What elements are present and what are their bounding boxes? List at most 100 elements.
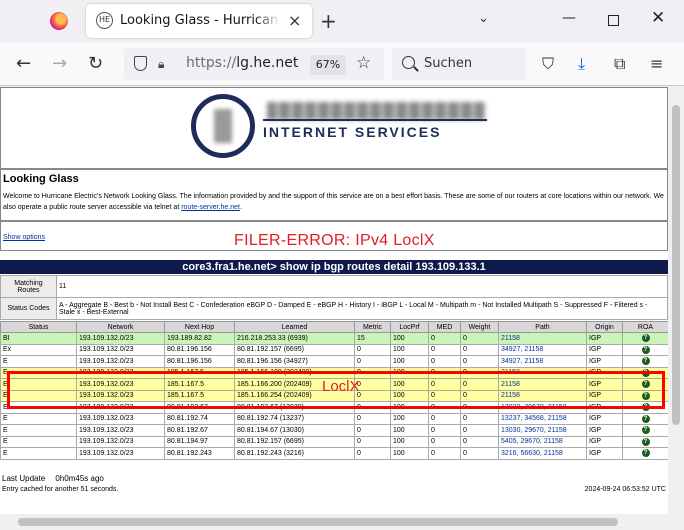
pocket-icon[interactable]: ⛉: [542, 54, 554, 74]
menu-icon[interactable]: ≡: [650, 54, 663, 73]
table-cell: 80.81.192.74: [164, 412, 235, 425]
table-cell: 80.81.192.157 (6695): [234, 343, 355, 356]
vertical-scrollbar[interactable]: [668, 87, 684, 514]
table-cell: 0: [460, 343, 499, 356]
roa-question-icon[interactable]: ?: [641, 334, 650, 343]
table-cell: 80.81.194.67 (13030): [234, 424, 355, 437]
column-header: MED: [428, 321, 461, 333]
route-meta: Matching Routes 11 Status Codes A - Aggr…: [0, 275, 668, 320]
table-cell: 216.218.253.33 (6939): [234, 332, 355, 345]
roa-question-icon[interactable]: ?: [641, 357, 650, 366]
table-cell: 34927, 21158: [498, 355, 587, 368]
as-path-link[interactable]: 34927, 21158: [501, 358, 543, 365]
as-path-link[interactable]: 3216, 56630, 21158: [501, 450, 563, 457]
url-bar[interactable]: 🔒︎ https://lg.he.net 67% ☆: [124, 48, 384, 80]
column-header: LocPrf: [390, 321, 429, 333]
status-codes-label: Status Codes: [0, 297, 57, 320]
new-tab-icon[interactable]: +: [320, 9, 337, 33]
as-path-link[interactable]: 34927, 21158: [501, 346, 543, 353]
vertical-scroll-thumb[interactable]: [672, 105, 680, 425]
as-path-link[interactable]: 13237, 34568, 21158: [501, 415, 567, 422]
table-cell: ?: [622, 435, 668, 448]
search-bar[interactable]: Suchen: [392, 48, 526, 80]
close-window-icon[interactable]: ✕: [651, 8, 665, 28]
roa-question-icon[interactable]: ?: [641, 426, 650, 435]
table-cell: ?: [622, 355, 668, 368]
table-cell: 80.81.192.157 (6695): [234, 435, 355, 448]
column-header: Status: [0, 321, 77, 333]
looking-glass-intro: Looking Glass Welcome to Hurricane Elect…: [0, 169, 668, 221]
url-text[interactable]: https://lg.he.net: [186, 55, 298, 71]
table-cell: E: [0, 435, 77, 448]
table-cell: 13237, 34568, 21158: [498, 412, 587, 425]
table-cell: 15: [354, 332, 391, 345]
table-cell: 0: [428, 343, 461, 356]
roa-question-icon[interactable]: ?: [641, 345, 650, 354]
table-cell: 0: [354, 343, 391, 356]
back-icon[interactable]: ←: [16, 53, 31, 74]
zoom-level[interactable]: 67%: [310, 55, 346, 75]
command-header: core3.fra1.he.net> show ip bgp routes de…: [0, 260, 668, 274]
horizontal-scroll-thumb[interactable]: [18, 518, 618, 526]
download-icon[interactable]: ⤓: [578, 54, 585, 74]
extensions-icon[interactable]: ⧉: [614, 54, 625, 74]
table-row: E 193.109.132.0/23 80.81.194.97 80.81.192.1…: [0, 435, 668, 448]
status-codes-value: A - Aggregate B - Best b - Not Install B…: [55, 297, 668, 320]
filer-error-annotation: FILER-ERROR: IPv4 LoclX: [234, 232, 435, 249]
forward-icon[interactable]: →: [52, 53, 67, 74]
table-cell: E: [0, 424, 77, 437]
table-row: E 193.109.132.0/23 80.81.192.67 80.81.194.6…: [0, 424, 668, 437]
table-cell: IGP: [586, 424, 623, 437]
table-cell: 0: [460, 447, 499, 460]
he-logo-icon[interactable]: [191, 94, 255, 158]
roa-question-icon[interactable]: ?: [641, 414, 650, 423]
firefox-icon[interactable]: [50, 12, 68, 30]
reload-icon[interactable]: ↻: [88, 53, 103, 74]
table-cell: 0: [354, 435, 391, 448]
maximize-icon[interactable]: [608, 15, 619, 26]
table-cell: IGP: [586, 412, 623, 425]
horizontal-scrollbar[interactable]: [0, 514, 684, 530]
table-cell: ?: [622, 343, 668, 356]
as-path-link[interactable]: 5405, 29670, 21158: [501, 438, 563, 445]
minimize-icon[interactable]: —: [562, 10, 576, 26]
nav-toolbar: ← → ↻ 🔒︎ https://lg.he.net 67% ☆ Suchen …: [0, 42, 684, 86]
table-cell: 0: [428, 412, 461, 425]
tab-active[interactable]: HE Looking Glass - Hurricane Electric ×: [86, 4, 312, 38]
lock-icon[interactable]: 🔒︎: [158, 57, 164, 72]
roa-question-icon[interactable]: ?: [641, 449, 650, 458]
last-update-value: 0h0m45s ago: [55, 474, 104, 483]
as-path-link[interactable]: 21158: [501, 335, 520, 342]
table-cell: E: [0, 355, 77, 368]
table-cell: 100: [390, 412, 429, 425]
roa-question-icon[interactable]: ?: [641, 437, 650, 446]
site-header: INTERNET SERVICES: [0, 87, 668, 169]
route-server-link[interactable]: route-server.he.net: [181, 204, 240, 211]
table-cell: 0: [428, 447, 461, 460]
column-header: Weight: [460, 321, 499, 333]
last-update-label: Last Update: [2, 474, 46, 483]
table-cell: 0: [460, 424, 499, 437]
table-cell: 3216, 56630, 21158: [498, 447, 587, 460]
table-row: E 193.109.132.0/23 80.81.192.243 80.81.192.…: [0, 447, 668, 460]
table-row: Ex 193.109.132.0/23 80.81.196.156 80.81.192…: [0, 343, 668, 356]
table-cell: ?: [622, 332, 668, 345]
table-cell: 100: [390, 447, 429, 460]
intro-text: Welcome to Hurricane Electric's Network …: [3, 193, 664, 211]
url-protocol: https://: [186, 55, 237, 71]
loclx-annotation: LoclX: [322, 378, 360, 395]
column-header: Learned: [234, 321, 355, 333]
matching-routes-value: 11: [55, 275, 668, 298]
show-options-link[interactable]: Show options: [3, 234, 45, 241]
table-cell: 0: [354, 424, 391, 437]
shield-icon[interactable]: [134, 56, 147, 71]
table-cell: 0: [354, 355, 391, 368]
star-icon[interactable]: ☆: [356, 53, 371, 73]
as-path-link[interactable]: 13030, 29670, 21158: [501, 427, 567, 434]
table-cell: 100: [390, 343, 429, 356]
chevron-down-icon[interactable]: ⌄: [478, 11, 489, 26]
table-cell: 0: [428, 355, 461, 368]
table-cell: IGP: [586, 447, 623, 460]
close-tab-icon[interactable]: ×: [288, 11, 301, 30]
table-cell: ?: [622, 447, 668, 460]
